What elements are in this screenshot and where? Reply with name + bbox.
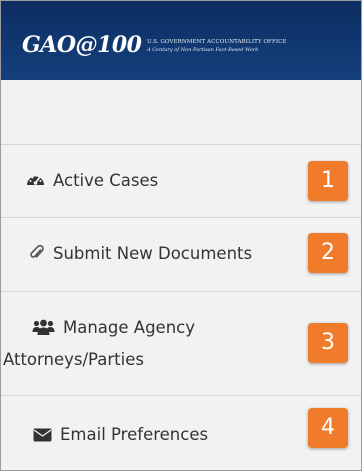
nav-label-email-preferences: Email Preferences bbox=[60, 425, 209, 444]
nav-item-email-preferences[interactable]: Email Preferences 4 bbox=[1, 395, 361, 470]
gao-tagline: U.S. GOVERNMENT ACCOUNTABILITY OFFICE A … bbox=[147, 39, 287, 53]
nav-item-manage-agency-attorneys[interactable]: Manage Agency Attorneys/Parties 3 bbox=[1, 291, 361, 395]
step-badge-3: 3 bbox=[308, 323, 348, 363]
paperclip-icon bbox=[30, 244, 44, 258]
site-header: GAO@100 U.S. GOVERNMENT ACCOUNTABILITY O… bbox=[1, 1, 361, 80]
tagline-line-1: U.S. GOVERNMENT ACCOUNTABILITY OFFICE bbox=[147, 39, 287, 45]
nav-label-manage-agency: Manage Agency bbox=[63, 318, 195, 337]
nav-item-manage-agency-attorneys-link[interactable]: Manage Agency Attorneys/Parties bbox=[3, 314, 195, 374]
navigation-panel: GAO@100 U.S. GOVERNMENT ACCOUNTABILITY O… bbox=[0, 0, 362, 471]
nav-label-active-cases: Active Cases bbox=[53, 171, 159, 190]
tagline-line-2: A Century of Non-Partisan Fact-Based Wor… bbox=[147, 47, 259, 53]
gao-logo[interactable]: GAO@100 bbox=[22, 32, 142, 58]
step-badge-4: 4 bbox=[308, 408, 348, 448]
step-badge-1: 1 bbox=[308, 161, 348, 201]
nav-item-submit-new-documents-link[interactable]: Submit New Documents bbox=[29, 240, 252, 268]
envelope-icon bbox=[33, 428, 52, 442]
nav-label-submit-new-documents: Submit New Documents bbox=[53, 244, 253, 263]
nav-item-submit-new-documents[interactable]: Submit New Documents 2 bbox=[1, 217, 361, 291]
dashboard-icon bbox=[27, 176, 44, 185]
nav-item-email-preferences-link[interactable]: Email Preferences bbox=[33, 421, 208, 449]
nav-label-attorneys-parties: Attorneys/Parties bbox=[3, 350, 144, 369]
nav-item-active-cases-link[interactable]: Active Cases bbox=[26, 167, 158, 195]
nav-item-active-cases[interactable]: Active Cases 1 bbox=[1, 144, 361, 217]
step-badge-2: 2 bbox=[308, 233, 348, 273]
users-icon bbox=[32, 319, 55, 335]
